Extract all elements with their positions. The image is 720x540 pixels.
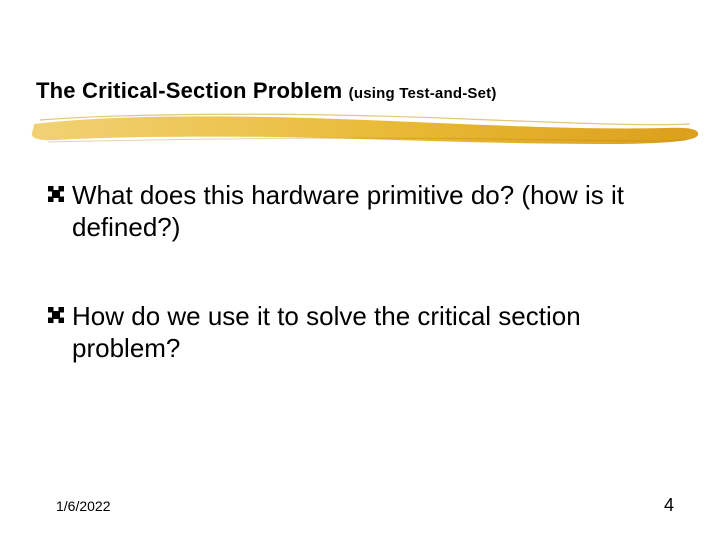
slide: The Critical-Section Problem (using Test… xyxy=(0,0,720,540)
dingbat-icon xyxy=(46,305,66,330)
title-area: The Critical-Section Problem (using Test… xyxy=(36,78,684,104)
footer: 1/6/2022 4 xyxy=(56,495,674,516)
bullet-text: What does this hardware primitive do? (h… xyxy=(72,180,686,243)
footer-page-number: 4 xyxy=(664,495,674,516)
content-area: What does this hardware primitive do? (h… xyxy=(46,180,686,423)
slide-title-main: The Critical-Section Problem xyxy=(36,78,349,103)
title-underline xyxy=(26,106,706,152)
dingbat-icon xyxy=(46,184,66,209)
bullet-text: How do we use it to solve the critical s… xyxy=(72,301,686,364)
bullet-item: How do we use it to solve the critical s… xyxy=(46,301,686,364)
footer-date: 1/6/2022 xyxy=(56,498,111,514)
bullet-item: What does this hardware primitive do? (h… xyxy=(46,180,686,243)
slide-title-sub: (using Test-and-Set) xyxy=(349,85,497,102)
